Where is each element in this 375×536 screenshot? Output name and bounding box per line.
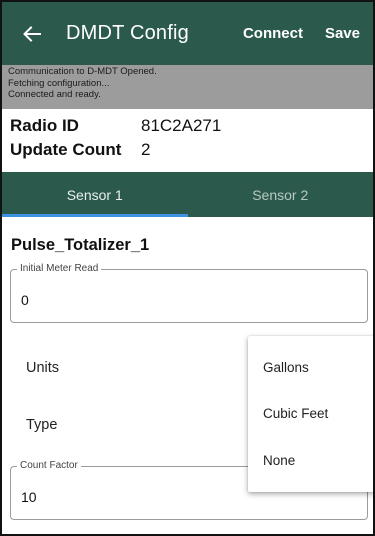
- units-option-cubic-feet[interactable]: Cubic Feet: [263, 406, 328, 421]
- back-button[interactable]: [20, 22, 44, 46]
- update-count-value: 2: [141, 140, 151, 159]
- connect-button[interactable]: Connect: [243, 25, 303, 42]
- sensor-tabs: Sensor 1 Sensor 2: [2, 172, 373, 217]
- tab-sensor-2[interactable]: Sensor 2: [188, 172, 374, 217]
- units-option-gallons[interactable]: Gallons: [263, 360, 309, 375]
- radio-id-value: 81C2A271: [141, 116, 222, 135]
- initial-meter-read-label: Initial Meter Read: [17, 263, 102, 274]
- count-factor-value: 10: [21, 489, 37, 505]
- status-log-line: Connected and ready.: [8, 89, 101, 100]
- status-log: Communication to D-MDT Opened. Fetching …: [2, 65, 373, 109]
- initial-meter-read-field[interactable]: Initial Meter Read 0: [10, 263, 368, 323]
- units-option-none[interactable]: None: [263, 453, 295, 468]
- device-info: Radio ID 81C2A271 Update Count 2: [2, 110, 373, 167]
- update-count-label: Update Count: [10, 140, 122, 159]
- type-label: Type: [26, 417, 58, 433]
- radio-id-row: Radio ID 81C2A271: [10, 114, 373, 138]
- initial-meter-read-value: 0: [21, 292, 29, 308]
- units-dropdown-menu: Gallons Cubic Feet None: [248, 336, 373, 492]
- save-button[interactable]: Save: [325, 25, 360, 42]
- radio-id-label: Radio ID: [10, 116, 79, 135]
- units-label: Units: [26, 360, 60, 376]
- app-frame: DMDT Config Connect Save Communication t…: [0, 0, 375, 536]
- status-log-line: Communication to D-MDT Opened.: [8, 66, 157, 77]
- status-log-line: Fetching configuration...: [8, 77, 110, 89]
- sensor-name: Pulse_Totalizer_1: [11, 236, 150, 254]
- arrow-left-icon: [23, 25, 41, 42]
- update-count-row: Update Count 2: [10, 138, 373, 162]
- tab-sensor-1[interactable]: Sensor 1: [2, 172, 188, 217]
- page-title: DMDT Config: [66, 22, 189, 44]
- app-bar: DMDT Config Connect Save: [2, 2, 373, 65]
- count-factor-label: Count Factor: [17, 460, 81, 471]
